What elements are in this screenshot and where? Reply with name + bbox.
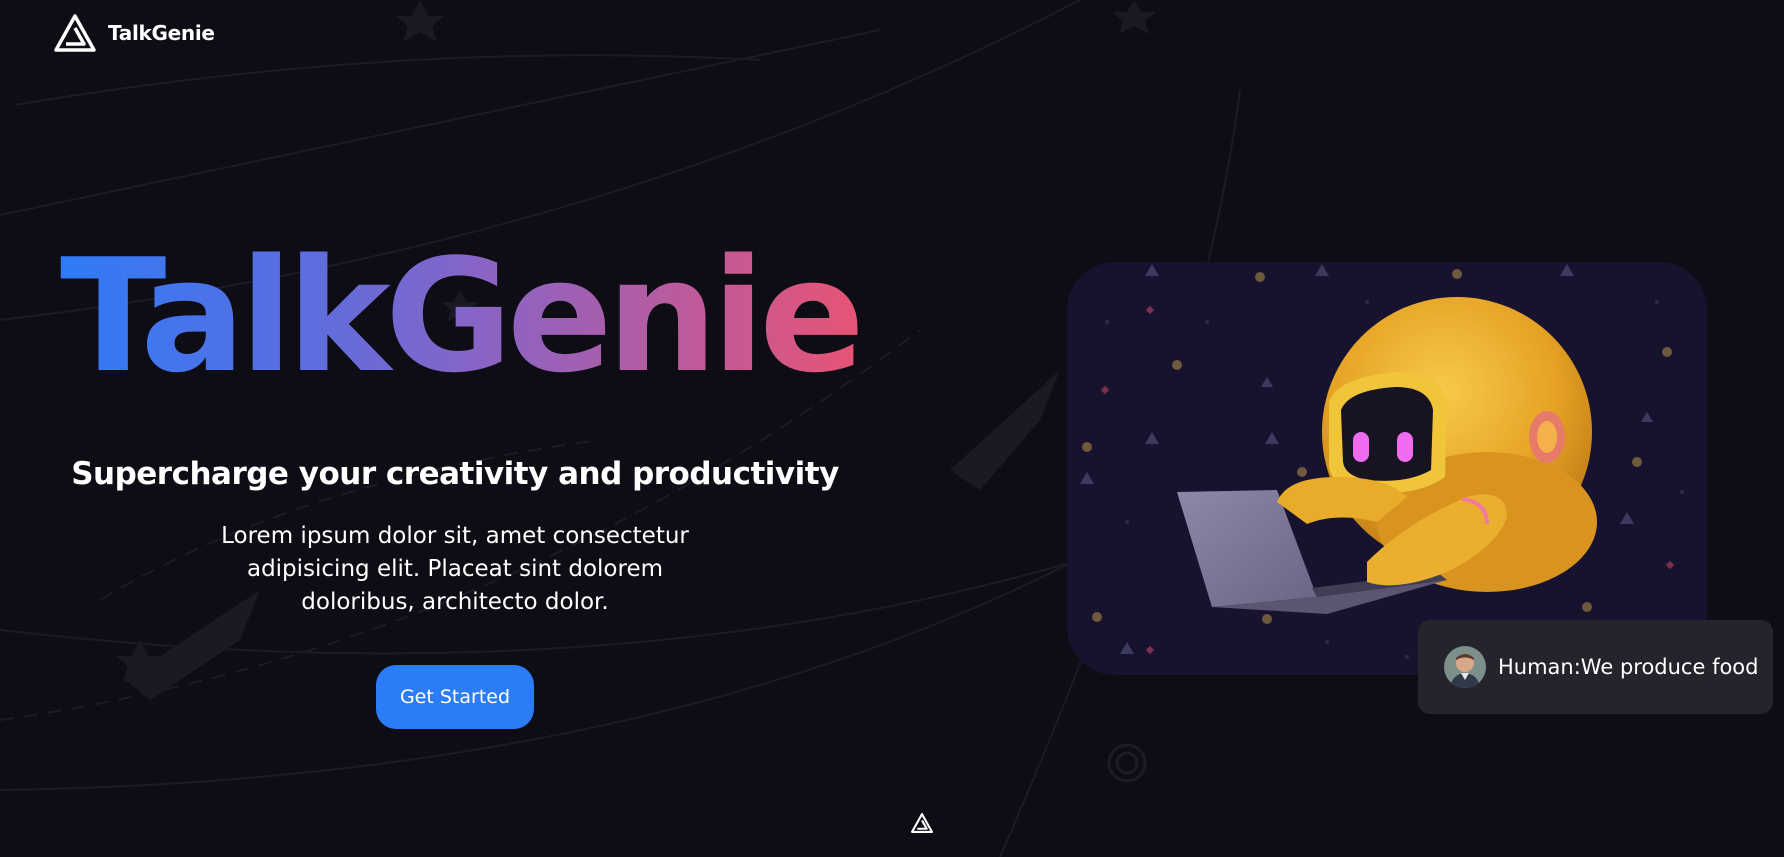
chat-message-card: Human:We produce food [1418, 620, 1773, 714]
site-header: TalkGenie [54, 14, 215, 52]
robot-with-laptop-illustration [1067, 262, 1707, 675]
hero-title: TalkGenie [60, 225, 865, 407]
chat-message-text: Human:We produce food [1498, 655, 1759, 679]
user-avatar-icon [1444, 646, 1486, 688]
hero-description: Lorem ipsum dolor sit, amet consectetur … [221, 523, 689, 615]
hero-subtitle: Supercharge your creativity and producti… [71, 456, 839, 492]
triangle-logo-icon[interactable] [54, 14, 96, 52]
footer-logo-icon[interactable] [911, 813, 933, 833]
get-started-button[interactable]: Get Started [376, 665, 534, 729]
landing-page: TalkGenie TalkGenie Supercharge your cre… [0, 0, 1784, 857]
brand-name[interactable]: TalkGenie [108, 21, 215, 45]
